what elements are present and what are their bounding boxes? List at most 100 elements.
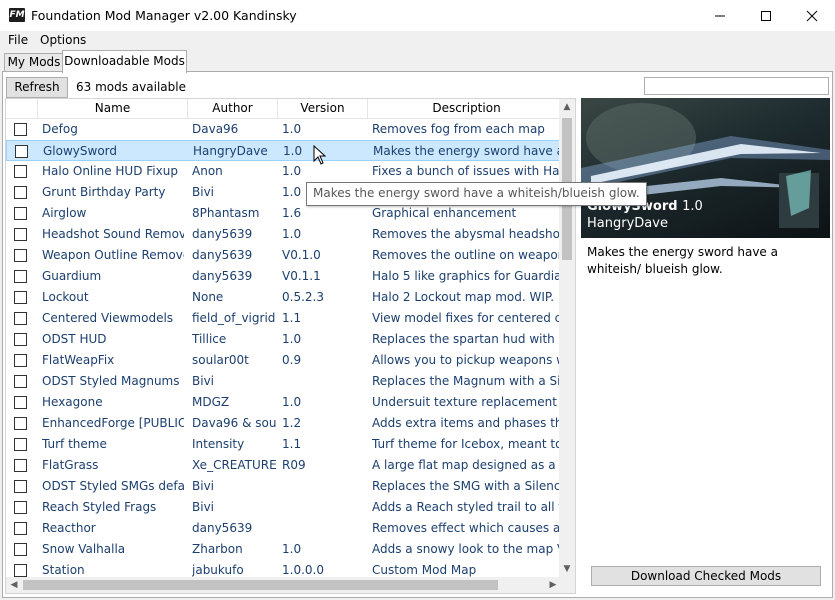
row-checkbox[interactable]: [14, 396, 27, 409]
search-input[interactable]: [644, 77, 829, 95]
cell-name: Turf theme: [42, 437, 107, 451]
row-checkbox[interactable]: [14, 480, 27, 493]
row-checkbox[interactable]: [14, 354, 27, 367]
cell-author: dany5639: [192, 227, 253, 241]
table-row[interactable]: ODST Styled Magnums de Bivi Replaces the M…: [6, 371, 561, 392]
cell-author: Anon: [192, 164, 223, 178]
cell-description: Replaces the spartan hud with an ODST on…: [372, 332, 561, 346]
scroll-corner: [559, 577, 575, 593]
cell-author: dany5639: [192, 269, 253, 283]
minimize-button[interactable]: [697, 0, 743, 31]
scroll-left-icon[interactable]: ◀: [6, 577, 22, 593]
row-checkbox[interactable]: [14, 438, 27, 451]
cell-description: Removes fog from each map: [372, 122, 545, 136]
cell-name: FlatWeapFix: [42, 353, 115, 367]
maximize-button[interactable]: [743, 0, 789, 31]
table-row[interactable]: Reacthor dany5639 Removes effect which cau…: [6, 518, 561, 539]
row-checkbox[interactable]: [14, 417, 27, 430]
table-row[interactable]: Weapon Outline Remover dany5639 V0.1.0 Remo…: [6, 245, 561, 266]
refresh-button[interactable]: Refresh: [6, 77, 68, 98]
header-name[interactable]: Name: [38, 99, 188, 118]
cell-description: Turf theme for Icebox, meant to increase: [372, 437, 561, 451]
cell-name: Headshot Sound Remover: [42, 227, 184, 241]
table-row[interactable]: Headshot Sound Remover dany5639 1.0 Removes…: [6, 224, 561, 245]
row-checkbox[interactable]: [14, 375, 27, 388]
header-description[interactable]: Description: [368, 99, 565, 118]
cell-version: V0.1.0: [282, 248, 321, 262]
row-checkbox[interactable]: [14, 333, 27, 346]
menu-options[interactable]: Options: [40, 33, 86, 47]
row-checkbox[interactable]: [14, 522, 27, 535]
row-checkbox[interactable]: [14, 207, 27, 220]
cell-version: 1.0: [282, 122, 302, 136]
table-row[interactable]: Lockout None 0.5.2.3 Halo 2 Lockout map mod…: [6, 287, 561, 308]
tab-my-mods[interactable]: My Mods: [4, 53, 64, 72]
table-row[interactable]: Defog Dava96 1.0 Removes fog from each map: [6, 119, 561, 140]
table-row[interactable]: Halo Online HUD Fixup Anon 1.0 Fixes a bunc…: [6, 161, 561, 182]
table-row[interactable]: Reach Styled Frags Bivi Adds a Reach style…: [6, 497, 561, 518]
row-checkbox[interactable]: [14, 501, 27, 514]
cell-version: [282, 518, 366, 539]
header-version[interactable]: Version: [278, 99, 368, 118]
table-row[interactable]: ODST Styled SMGs default Bivi Replaces the…: [6, 476, 561, 497]
row-checkbox[interactable]: [14, 270, 27, 283]
download-checked-mods-button[interactable]: Download Checked Mods: [591, 566, 821, 586]
preview-author: HangryDave: [587, 216, 668, 231]
cell-name: Snow Valhalla: [42, 542, 126, 556]
row-checkbox[interactable]: [15, 145, 28, 158]
tab-downloadable-mods[interactable]: Downloadable Mods: [62, 50, 187, 73]
cell-name: ODST Styled Magnums de: [42, 374, 184, 388]
row-checkbox[interactable]: [14, 312, 27, 325]
row-checkbox[interactable]: [14, 543, 27, 556]
table-row[interactable]: FlatWeapFix soular00t 0.9 Allows you to pic…: [6, 350, 561, 371]
cell-author: None: [192, 290, 224, 304]
header-author[interactable]: Author: [188, 99, 278, 118]
cell-description: A large flat map designed as a forge: [372, 458, 561, 472]
table-row[interactable]: GlowySword HangryDave 1.0 Makes the energy …: [6, 140, 562, 161]
row-checkbox[interactable]: [14, 564, 27, 577]
cell-author: Dava96 & soul: [192, 416, 276, 430]
table-row[interactable]: Centered Viewmodels field_of_vigrid 1.1 Vie…: [6, 308, 561, 329]
cell-author: 8Phantasm: [192, 206, 260, 220]
table-row[interactable]: Guardium dany5639 V0.1.1 Halo 5 like graphi…: [6, 266, 561, 287]
horizontal-scrollbar[interactable]: ◀ ▶: [6, 577, 561, 593]
scroll-up-icon[interactable]: ▲: [559, 99, 575, 115]
row-checkbox[interactable]: [14, 186, 27, 199]
table-row[interactable]: Turf theme Intensity 1.1 Turf theme for Ice…: [6, 434, 561, 455]
row-checkbox[interactable]: [14, 123, 27, 136]
horizontal-scroll-thumb[interactable]: [23, 580, 498, 590]
row-checkbox[interactable]: [14, 459, 27, 472]
row-checkbox[interactable]: [14, 165, 27, 178]
mods-count-label: 63 mods available: [76, 80, 186, 94]
cell-version: 1.2: [282, 416, 302, 430]
vertical-scrollbar[interactable]: ▲ ▼: [559, 99, 575, 577]
cell-description: Adds a Reach styled trail to all frag: [372, 500, 561, 514]
table-row[interactable]: FlatGrass Xe_CREATURE R09 A large flat map …: [6, 455, 561, 476]
title-bar: FM Foundation Mod Manager v2.00 Kandinsk…: [0, 0, 835, 32]
table-row[interactable]: Hexagone MDGZ 1.0 Undersuit texture replace…: [6, 392, 561, 413]
close-button[interactable]: [789, 0, 835, 31]
grid-header: Name Author Version Description: [6, 99, 561, 119]
menu-file[interactable]: File: [8, 33, 28, 47]
cell-name: Airglow: [42, 206, 87, 220]
table-row[interactable]: ODST HUD Tillice 1.0 Replaces the spartan h…: [6, 329, 561, 350]
table-row[interactable]: Snow Valhalla Zharbon 1.0 Adds a snowy look…: [6, 539, 561, 560]
cell-description: Graphical enhancement: [372, 206, 517, 220]
cell-author: Xe_CREATURE: [192, 458, 276, 472]
cell-description: Removes the outline on weapons.: [372, 248, 561, 262]
cell-author: Tillice: [192, 332, 227, 346]
row-checkbox[interactable]: [14, 249, 27, 262]
cell-version: [282, 497, 366, 518]
mod-preview-image: GlowySword 1.0 HangryDave: [581, 98, 830, 238]
cell-version: 1.1: [282, 311, 302, 325]
cell-description: Fixes a bunch of issues with Halo Online…: [372, 164, 561, 178]
cell-name: Weapon Outline Remover: [42, 248, 184, 262]
scroll-down-icon[interactable]: ▼: [559, 561, 575, 577]
header-checkbox-column[interactable]: [6, 99, 38, 118]
table-row[interactable]: EnhancedForge [PUBLIC] Dava96 & soul 1.2 Ad…: [6, 413, 561, 434]
row-checkbox[interactable]: [14, 228, 27, 241]
row-checkbox[interactable]: [14, 291, 27, 304]
cell-description: View model fixes for centered crosshair: [372, 311, 561, 325]
table-row[interactable]: Airglow 8Phantasm 1.6 Graphical enhancement: [6, 203, 561, 224]
cell-description: Removes effect which causes a big fps: [372, 521, 561, 535]
